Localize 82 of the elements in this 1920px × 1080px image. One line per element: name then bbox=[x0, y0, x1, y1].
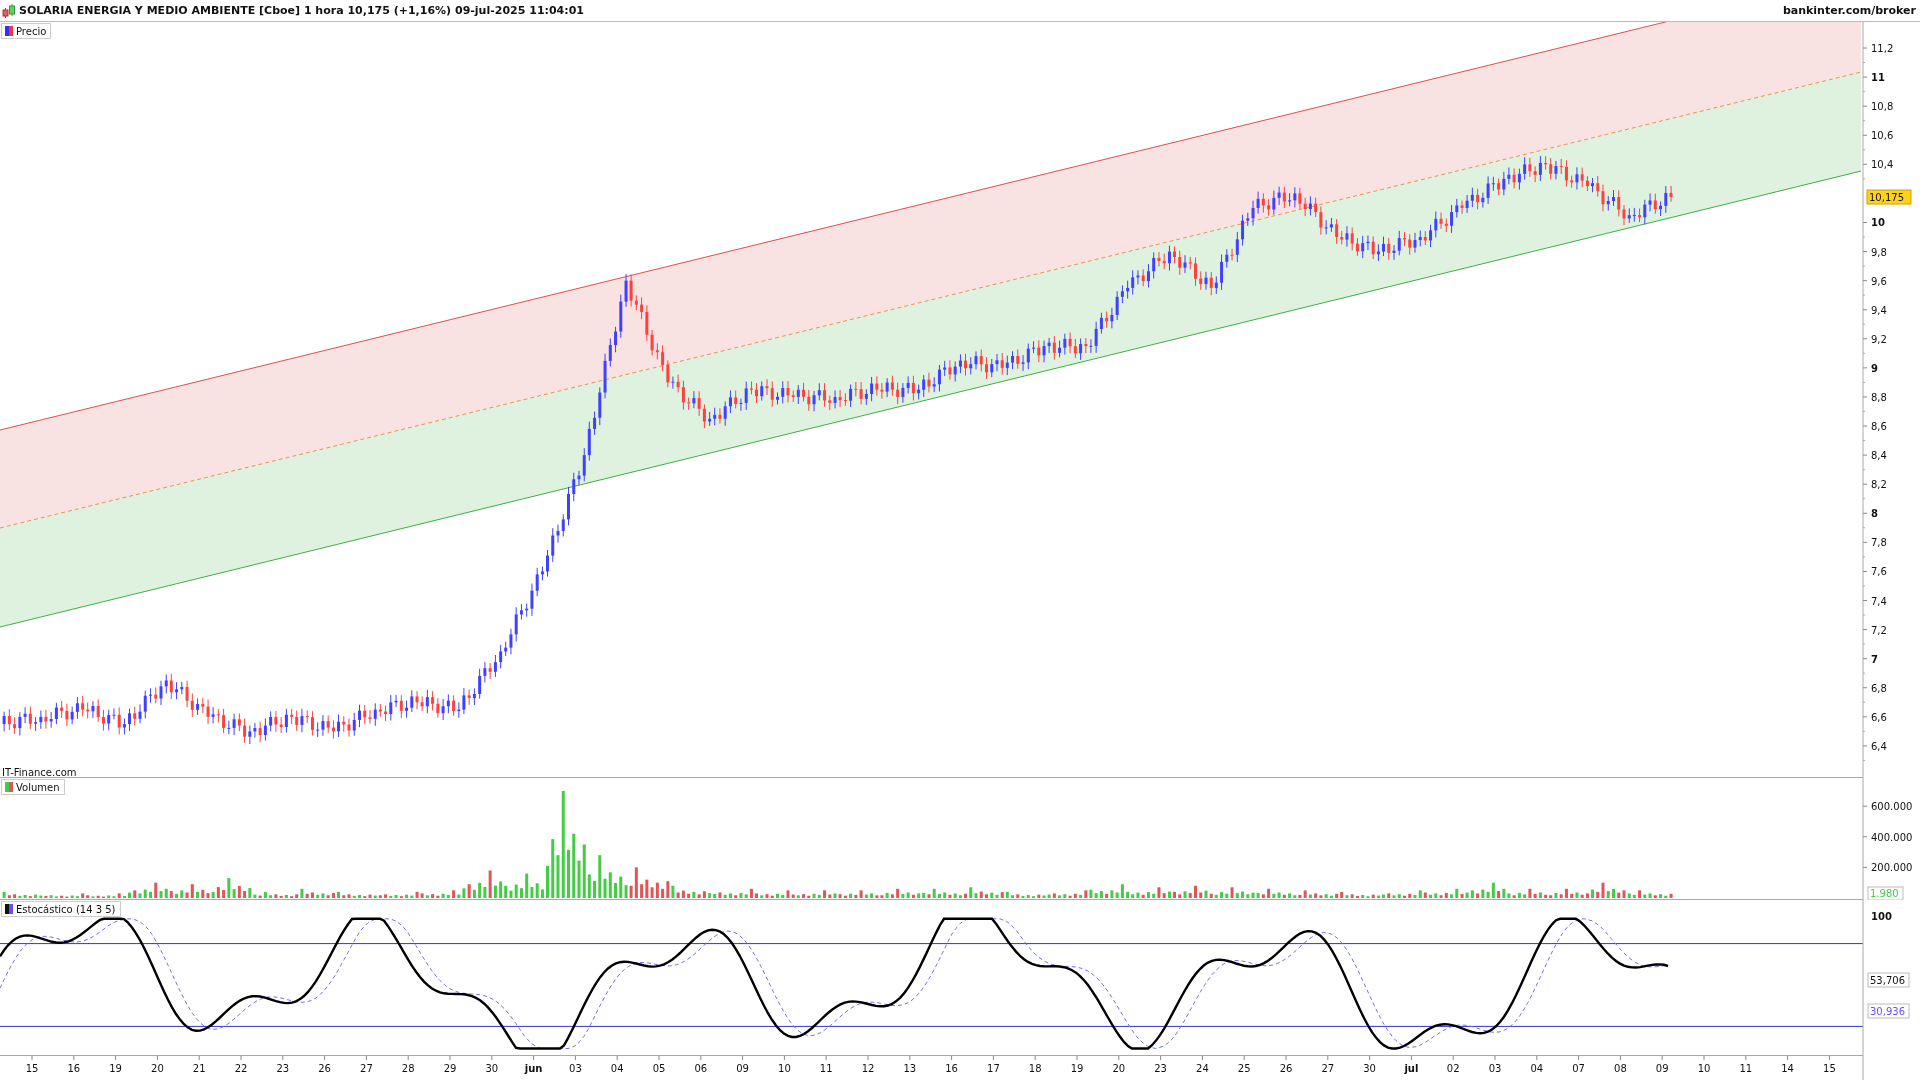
date-axis-label: 03 bbox=[1488, 1063, 1502, 1074]
legend-label: Precio bbox=[16, 25, 47, 37]
date-axis-label: 27 bbox=[1321, 1063, 1335, 1074]
price-axis-label: 9,4 bbox=[1871, 304, 1887, 316]
date-axis-label: 03 bbox=[569, 1063, 582, 1074]
date-axis-label: 20 bbox=[151, 1063, 164, 1074]
date-axis-label: 10 bbox=[1697, 1063, 1711, 1074]
date-axis-label: 26 bbox=[318, 1063, 331, 1074]
date-axis-label: 06 bbox=[694, 1063, 708, 1074]
price-axis-label: 9,6 bbox=[1871, 275, 1887, 287]
date-axis-label: 19 bbox=[1070, 1063, 1084, 1074]
date-axis-label: 09 bbox=[736, 1063, 749, 1074]
price-axis-label: 6,6 bbox=[1871, 711, 1887, 723]
date-axis-label: 15 bbox=[1823, 1063, 1836, 1074]
date-axis-label: 02 bbox=[1446, 1063, 1460, 1074]
legend-label: Volumen bbox=[16, 781, 60, 793]
volume-axis-label: 400.000 bbox=[1871, 831, 1913, 843]
date-axis-label: 17 bbox=[987, 1063, 1000, 1074]
date-axis-label: 24 bbox=[1196, 1063, 1209, 1074]
last-volume-label: 1.980 bbox=[1867, 886, 1904, 900]
last-price-label: 10,175 bbox=[1866, 189, 1912, 205]
site-link[interactable]: bankinter.com/broker bbox=[1782, 4, 1916, 17]
price-axis-label: 7,4 bbox=[1871, 595, 1887, 607]
date-axis-label: 21 bbox=[192, 1063, 206, 1074]
price-axis-label: 7,8 bbox=[1871, 537, 1887, 549]
chart-title: SOLARIA ENERGIA Y MEDIO AMBIENTE [Cboe] 1 hora 10,175 (+1,16%) 09-jul-2025 11:04:01 bbox=[19, 4, 584, 17]
date-axis-label: 14 bbox=[1781, 1063, 1794, 1074]
stochastic-reading-label: 53,706 bbox=[1867, 972, 1910, 988]
price-axis-label: 10 bbox=[1871, 217, 1885, 229]
price-axis-label: 8,6 bbox=[1871, 421, 1887, 433]
price-axis-label: 10,6 bbox=[1871, 130, 1894, 142]
price-axis-label: 9 bbox=[1871, 362, 1878, 374]
legend-label: Estocástico (14 3 5) bbox=[16, 903, 116, 915]
price-axis-label: 8 bbox=[1871, 508, 1878, 520]
price-axis-label: 6,8 bbox=[1871, 682, 1887, 694]
price-axis-label: 10,8 bbox=[1871, 101, 1894, 113]
date-axis-label: 19 bbox=[109, 1063, 122, 1074]
date-axis-label: 07 bbox=[1572, 1063, 1585, 1074]
date-axis-label: 13 bbox=[903, 1063, 917, 1074]
date-axis-label: 22 bbox=[234, 1063, 248, 1074]
date-axis-label: 12 bbox=[861, 1063, 875, 1074]
date-axis-label: 11 bbox=[819, 1063, 833, 1074]
credit-text: IT-Finance.com bbox=[2, 767, 77, 778]
date-axis-label: 27 bbox=[360, 1063, 373, 1074]
date-axis-label: 20 bbox=[1112, 1063, 1126, 1074]
price-axis-label: 11,2 bbox=[1871, 43, 1894, 54]
price-axis-label: 10,4 bbox=[1871, 159, 1894, 171]
price-axis-label: 8,4 bbox=[1871, 450, 1887, 462]
date-axis-label: 16 bbox=[945, 1063, 958, 1074]
price-axis-label: 6,4 bbox=[1871, 740, 1887, 752]
date-axis-label: 04 bbox=[1530, 1063, 1544, 1074]
price-axis-label: 7,2 bbox=[1871, 624, 1887, 636]
date-axis-label: 30 bbox=[1363, 1063, 1376, 1074]
date-axis-label: 09 bbox=[1655, 1063, 1669, 1074]
date-axis-label: 29 bbox=[443, 1063, 457, 1074]
price-axis-label: 7,6 bbox=[1871, 566, 1887, 578]
price-axis-label: 8,8 bbox=[1871, 391, 1887, 403]
price-axis-label: 7 bbox=[1871, 653, 1878, 665]
date-axis-label: 10 bbox=[778, 1063, 791, 1074]
date-axis-label: jul bbox=[1404, 1063, 1419, 1074]
price-axis-label: 9,8 bbox=[1871, 246, 1887, 258]
price-axis-label: 8,2 bbox=[1871, 479, 1887, 491]
price-axis-label: 9,2 bbox=[1871, 333, 1887, 345]
date-axis-label: 23 bbox=[1154, 1063, 1167, 1074]
date-axis-label: 26 bbox=[1279, 1063, 1293, 1074]
date-axis-label: 28 bbox=[401, 1063, 415, 1074]
stochastic-reading-label: 30,936 bbox=[1867, 1003, 1910, 1019]
volume-axis-label: 200.000 bbox=[1871, 862, 1913, 874]
date-axis-label: 11 bbox=[1739, 1063, 1753, 1074]
date-axis-label: 25 bbox=[1237, 1063, 1251, 1074]
date-axis-label: 05 bbox=[652, 1063, 666, 1074]
date-axis-label: 18 bbox=[1028, 1063, 1042, 1074]
volume-axis-label: 600.000 bbox=[1871, 801, 1913, 813]
price-axis-label: 11 bbox=[1871, 72, 1885, 84]
date-axis-label: 08 bbox=[1614, 1063, 1627, 1074]
date-axis-label: 04 bbox=[610, 1063, 624, 1074]
date-axis-label: 15 bbox=[25, 1063, 39, 1074]
date-axis-label: 30 bbox=[485, 1063, 499, 1074]
date-axis-label: 23 bbox=[276, 1063, 290, 1074]
date-axis-label: jun bbox=[524, 1063, 543, 1074]
date-axis-label: 16 bbox=[67, 1063, 81, 1074]
stochastic-axis-label: 100 bbox=[1871, 911, 1892, 922]
